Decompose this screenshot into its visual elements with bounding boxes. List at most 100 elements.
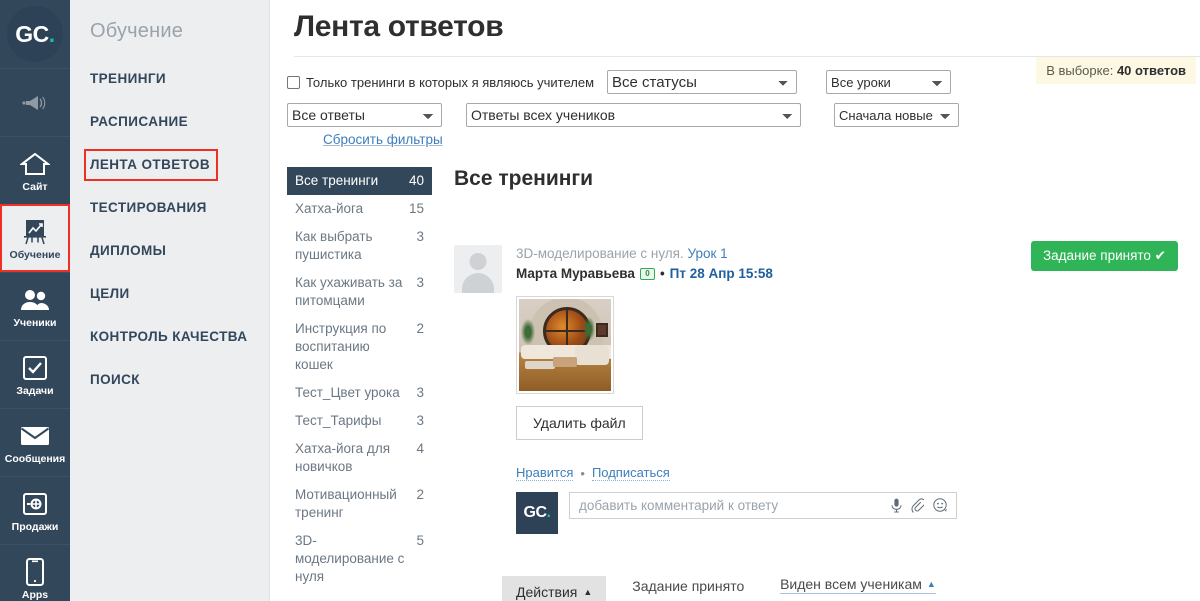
sidebar-item-trainings[interactable]: ТРЕНИНГИ <box>70 65 176 93</box>
sidebar-item-diplomas[interactable]: ДИПЛОМЫ <box>70 237 176 265</box>
rail-item-sales[interactable]: Продажи <box>0 476 70 544</box>
students-filter-select[interactable]: Ответы всех учеников <box>466 103 801 127</box>
comment-compose-row: GC. <box>516 492 1200 534</box>
like-link[interactable]: Нравится <box>516 465 574 481</box>
visibility-toggle[interactable]: Виден всем ученикам ▲ <box>780 576 936 594</box>
training-name: Хатха-йога <box>295 201 364 216</box>
comment-input-wrap[interactable] <box>569 492 957 519</box>
actions-button[interactable]: Действия ▲ <box>502 576 607 601</box>
training-name: Все тренинги <box>295 173 379 188</box>
post-lesson-link[interactable]: Урок 1 <box>688 246 728 261</box>
training-item[interactable]: Тест_Тарифы 3 <box>287 407 432 435</box>
caret-up-icon: ▲ <box>926 578 936 589</box>
filter-bar: Только тренинги в которых я являюсь учит… <box>270 57 1200 149</box>
sort-filter-select[interactable]: Сначала новые <box>834 103 959 127</box>
accept-status: Задание принято <box>632 578 745 594</box>
lessons-filter-select[interactable]: Все уроки <box>826 70 952 94</box>
training-item[interactable]: 3D-моделирование с нуля 5 <box>287 527 432 591</box>
sidebar-item-search[interactable]: ПОИСК <box>70 366 150 394</box>
post-body: 3D-моделирование с нуля. Урок 1 Марта Му… <box>502 245 1200 534</box>
social-actions: Нравится • Подписаться <box>516 465 1200 481</box>
sidebar-item-tests[interactable]: ТЕСТИРОВАНИЯ <box>70 194 217 222</box>
meta-separator: • <box>659 266 665 281</box>
rail-label-site: Сайт <box>22 180 48 193</box>
avatar <box>454 245 502 293</box>
rail-label-apps: Apps <box>21 588 49 601</box>
training-name: Как ухаживать за питомцами <box>295 275 403 308</box>
delete-file-button[interactable]: Удалить файл <box>516 406 643 440</box>
answer-feed: Все тренинги 3D-моделирование с нуля. Ур… <box>432 167 1200 601</box>
users-icon <box>19 285 51 315</box>
feed-header: Все тренинги <box>454 167 594 190</box>
training-name: Как выбрать пушистика <box>295 229 373 262</box>
post-course-name: 3D-моделирование с нуля. <box>516 246 688 261</box>
social-separator: • <box>580 465 585 481</box>
teacher-only-checkbox[interactable] <box>287 75 300 89</box>
answer-post: 3D-моделирование с нуля. Урок 1 Марта Му… <box>454 241 1200 534</box>
icon-rail: GC. Сайт Обучение Ученики Задачи Сообщен… <box>0 0 70 601</box>
training-item[interactable]: Как выбрать пушистика 3 <box>287 223 432 269</box>
thumb-plant-right <box>583 317 595 341</box>
training-name: Хатха-йога для новичков <box>295 441 391 474</box>
rail-label-tasks: Задачи <box>16 384 54 397</box>
answers-filter-select[interactable]: Все ответы <box>287 103 442 127</box>
rail-item-messages[interactable]: Сообщения <box>0 408 70 476</box>
training-item[interactable]: Инструкция по воспитанию кошек 2 <box>287 315 432 379</box>
rail-item-apps[interactable]: Apps <box>0 544 70 601</box>
training-name: 3D-моделирование с нуля <box>295 533 405 584</box>
training-item[interactable]: Тест_Цвет урока 3 <box>287 379 432 407</box>
training-name: Тест_Тарифы <box>295 413 382 428</box>
sidebar-item-schedule[interactable]: РАСПИСАНИЕ <box>70 108 198 136</box>
accept-info: Задание принято Ксения Муравьёва <box>632 576 754 601</box>
actions-button-label: Действия <box>516 584 578 600</box>
rail-label-students: Ученики <box>13 316 57 329</box>
gc-logo-icon: GC. <box>7 6 63 62</box>
rail-item-site[interactable]: Сайт <box>0 136 70 204</box>
teacher-only-checkbox-wrap[interactable]: Только тренинги в которых я являюсь учит… <box>287 75 594 90</box>
coin-badge-icon: 0 <box>639 268 655 280</box>
paperclip-icon[interactable] <box>911 498 924 513</box>
training-item-all[interactable]: Все тренинги 40 <box>287 167 432 195</box>
checkbox-icon <box>22 353 48 383</box>
sidebar-item-answer-feed[interactable]: ЛЕНТА ОТВЕТОВ <box>84 149 218 181</box>
rail-logo[interactable]: GC. <box>0 0 70 68</box>
comment-avatar-gc-logo-icon: GC. <box>516 492 558 534</box>
chart-easel-icon <box>21 217 49 247</box>
status-accepted-button[interactable]: Задание принято ✔ <box>1030 241 1178 271</box>
training-count: 3 <box>416 229 424 244</box>
envelope-icon <box>20 421 50 451</box>
rail-item-announcements[interactable] <box>0 68 70 136</box>
attachment-thumbnail[interactable] <box>516 296 614 394</box>
training-count: 4 <box>416 441 424 456</box>
reset-filters-link[interactable]: Сбросить фильтры <box>323 132 443 147</box>
training-item[interactable]: Хатха-йога для новичков 4 <box>287 435 432 481</box>
post-author[interactable]: Марта Муравьева <box>516 264 635 284</box>
accept-by: Ксения Муравьёва <box>632 596 754 601</box>
training-item[interactable]: Как ухаживать за питомцами 3 <box>287 269 432 315</box>
rail-item-tasks[interactable]: Задачи <box>0 340 70 408</box>
training-count: 3 <box>416 385 424 400</box>
rail-item-students[interactable]: Ученики <box>0 272 70 340</box>
training-count: 15 <box>408 201 424 216</box>
training-name: Инструкция по воспитанию кошек <box>295 321 387 372</box>
training-filter-list: Все тренинги 40 Хатха-йога 15 Как выбрат… <box>287 167 432 601</box>
filter-row-2: Все ответы Ответы всех учеников Сначала … <box>287 102 1200 128</box>
post-footer-actions: Действия ▲ Задание принято Ксения Муравь… <box>502 576 1200 601</box>
teacher-only-label: Только тренинги в которых я являюсь учит… <box>306 74 595 90</box>
smiley-icon[interactable] <box>933 498 948 513</box>
page-title: Лента ответов <box>294 10 504 43</box>
rail-item-learning[interactable]: Обучение <box>0 204 70 272</box>
thumb-rug <box>525 361 555 369</box>
post-date: Пт 28 Апр 15:58 <box>669 266 773 281</box>
training-item[interactable]: Хатха-йога 15 <box>287 195 432 223</box>
logo-text-c: . <box>48 20 55 47</box>
training-item[interactable]: Мотивационный тренинг 2 <box>287 481 432 527</box>
sidebar-item-quality-control[interactable]: КОНТРОЛЬ КАЧЕСТВА <box>70 323 257 351</box>
training-count: 3 <box>416 275 424 290</box>
microphone-icon[interactable] <box>891 498 902 513</box>
home-icon <box>20 149 50 179</box>
subscribe-link[interactable]: Подписаться <box>591 465 670 481</box>
section-menu: Обучение ТРЕНИНГИ РАСПИСАНИЕ ЛЕНТА ОТВЕТ… <box>70 0 270 601</box>
status-filter-select[interactable]: Все статусы <box>607 70 798 94</box>
sidebar-item-goals[interactable]: ЦЕЛИ <box>70 280 140 308</box>
